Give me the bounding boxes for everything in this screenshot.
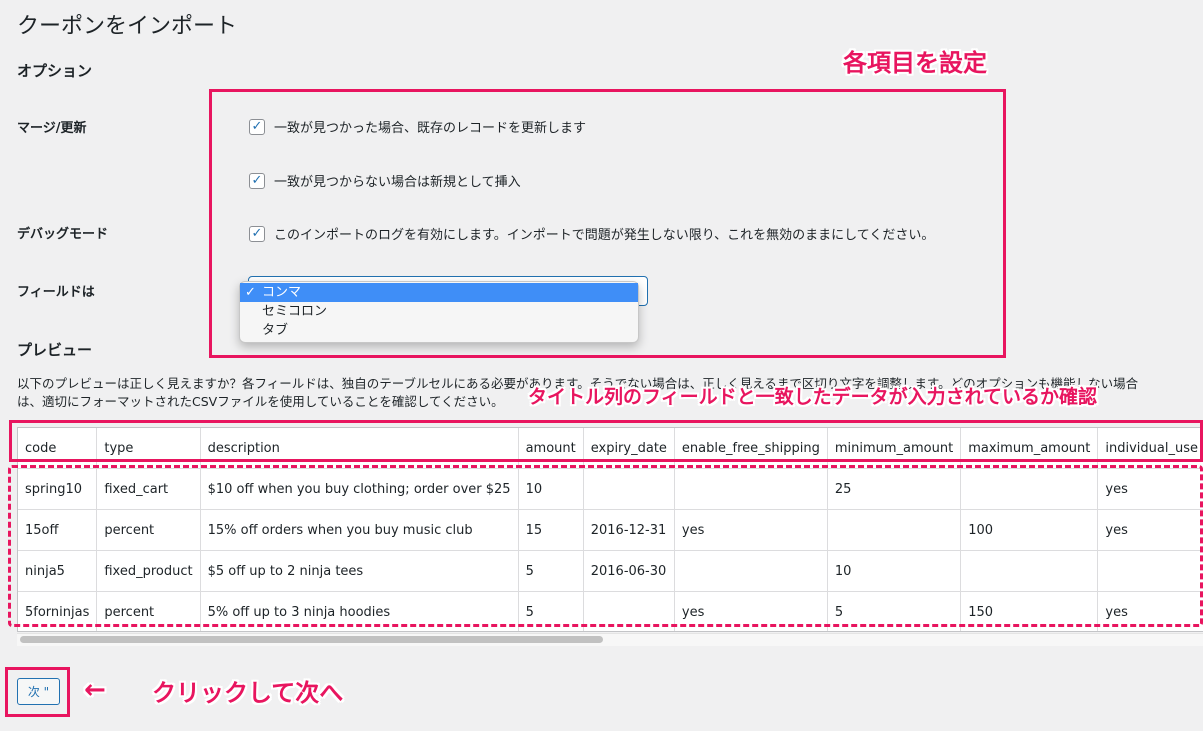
debug-mode-label: デバッグモード [17,227,109,242]
header-annotation-box [9,420,1203,462]
click-next-annotation-label: クリックして次へ [152,679,344,707]
field-delimiter-label: フィールドは [17,285,95,300]
scrollbar-thumb[interactable] [20,636,603,643]
preview-heading: プレビュー [17,341,93,359]
merge-update-label: マージ/更新 [17,121,87,136]
settings-annotation-label: 各項目を設定 [843,49,987,77]
next-button-annotation-box [5,667,70,717]
data-rows-annotation-box [8,465,1203,627]
settings-annotation-box [209,89,1006,358]
arrow-left-icon: ← [84,675,106,705]
options-heading: オプション [17,62,93,80]
header-annotation-label: タイトル列のフィールドと一致したデータが入力されているか確認 [528,386,1098,408]
page-title: クーポンをインポート [17,14,238,39]
